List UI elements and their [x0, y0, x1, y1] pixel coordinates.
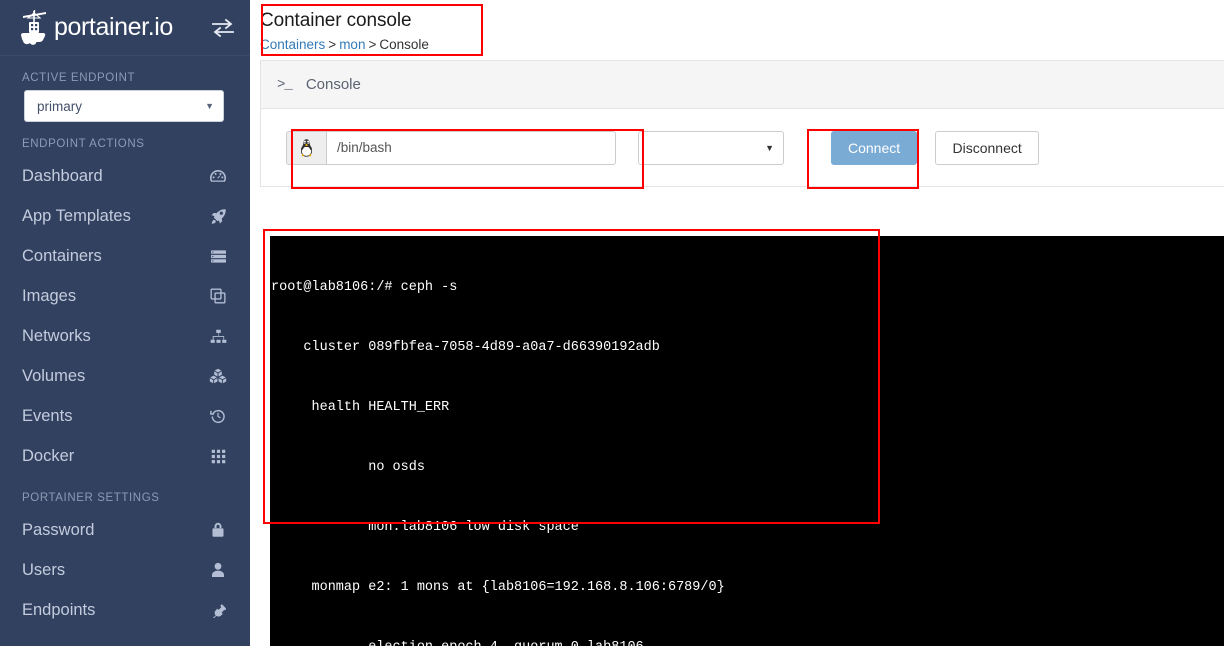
sidebar: portainer.io ACTIVE ENDPOINT primary ▼ E…	[0, 0, 250, 646]
caret-down-icon: ▼	[205, 101, 214, 111]
portainer-app: portainer.io ACTIVE ENDPOINT primary ▼ E…	[0, 0, 1224, 646]
sidebar-item-docker[interactable]: Docker	[0, 436, 250, 476]
sidebar-item-networks[interactable]: Networks	[0, 316, 250, 356]
sidebar-item-label: Dashboard	[22, 166, 103, 185]
breadcrumb: Containers > mon > Console	[260, 35, 1224, 55]
console-panel-heading: >_ Console	[261, 61, 1224, 109]
dashboard-icon	[208, 167, 228, 185]
brand-name: portainer.io	[54, 13, 173, 41]
sidebar-item-endpoints[interactable]: Endpoints	[0, 590, 250, 630]
endpoint-select-wrap: primary ▼	[0, 90, 250, 122]
sidebar-item-label: Networks	[22, 326, 91, 345]
page-header: Container console Containers > mon > Console	[250, 0, 1224, 60]
history-clock-icon	[208, 407, 228, 425]
terminal-line: cluster 089fbfea-7058-4d89-a0a7-d6639019…	[271, 340, 660, 355]
breadcrumb-link-containers[interactable]: Containers	[260, 37, 325, 52]
terminal-line: election epoch 4, quorum 0 lab8106	[271, 638, 1224, 646]
sidebar-item-app-templates[interactable]: App Templates	[0, 196, 250, 236]
sidebar-item-label: App Templates	[22, 206, 131, 225]
breadcrumb-link-mon[interactable]: mon	[339, 37, 365, 52]
console-panel-title: Console	[305, 76, 361, 93]
sidebar-item-label: Containers	[22, 246, 102, 265]
caret-down-icon: ▼	[765, 142, 774, 153]
server-stack-icon	[208, 247, 228, 265]
sitemap-icon	[208, 327, 228, 345]
sidebar-item-containers[interactable]: Containers	[0, 236, 250, 276]
portainer-settings-heading: PORTAINER SETTINGS	[22, 492, 160, 504]
plug-icon	[208, 601, 228, 619]
console-panel-body: ▼ Connect Disconnect	[261, 109, 1224, 186]
endpoint-actions-heading: ENDPOINT ACTIONS	[22, 138, 145, 150]
sidebar-item-users[interactable]: Users	[0, 550, 250, 590]
exchange-arrows-icon[interactable]	[210, 17, 236, 39]
active-endpoint-heading: ACTIVE ENDPOINT	[22, 72, 136, 84]
endpoint-select-value: primary	[37, 98, 83, 114]
terminal-line: no osds	[271, 460, 425, 475]
sidebar-item-label: Events	[22, 406, 73, 425]
breadcrumb-separator: >	[328, 37, 337, 52]
rocket-icon	[208, 207, 228, 225]
sidebar-item-label: Users	[22, 560, 66, 579]
endpoint-select[interactable]: primary ▼	[24, 90, 224, 122]
sidebar-item-label: Images	[22, 286, 77, 305]
terminal-line: monmap e2: 1 mons at {lab8106=192.168.8.…	[271, 580, 725, 595]
breadcrumb-separator: >	[368, 37, 377, 52]
portainer-whale-crane-logo	[18, 9, 52, 47]
sidebar-item-label: Password	[22, 520, 95, 539]
clone-copy-icon	[208, 287, 228, 305]
disconnect-button[interactable]: Disconnect	[935, 130, 1040, 165]
sidebar-item-volumes[interactable]: Volumes	[0, 356, 250, 396]
linux-tux-icon	[286, 130, 326, 165]
terminal-line: root@lab8106:/# ceph -s	[271, 280, 458, 295]
sidebar-item-password[interactable]: Password	[0, 510, 250, 550]
breadcrumb-current: Console	[379, 37, 429, 52]
terminal-prompt-icon: >_	[277, 76, 293, 93]
terminal-line: health HEALTH_ERR	[271, 400, 450, 415]
terminal-output[interactable]: root@lab8106:/# ceph -s cluster 089fbfea…	[270, 236, 1224, 646]
sidebar-item-images[interactable]: Images	[0, 276, 250, 316]
sidebar-item-label: Volumes	[22, 366, 86, 385]
sidebar-logo-row: portainer.io	[0, 0, 250, 56]
th-grid-icon	[208, 447, 228, 465]
user-icon	[208, 561, 228, 579]
command-input[interactable]	[326, 130, 616, 165]
terminal-line: mon.lab8106 low disk space	[271, 520, 579, 535]
sidebar-item-label: Endpoints	[22, 600, 96, 619]
console-panel: >_ Console /bin/bash ▼ Connect Disconnec…	[260, 60, 1224, 187]
sidebar-item-label: Docker	[22, 446, 75, 465]
connect-button[interactable]: Connect	[831, 130, 918, 165]
lock-icon	[208, 521, 228, 539]
sidebar-item-dashboard[interactable]: Dashboard	[0, 156, 250, 196]
main-content: Container console Containers > mon > Console…	[250, 0, 1224, 646]
cubes-icon	[208, 367, 228, 385]
user-select[interactable]: ▼	[638, 130, 784, 165]
page-title: Container console	[260, 10, 412, 31]
command-input-group	[286, 130, 616, 165]
sidebar-item-events[interactable]: Events	[0, 396, 250, 436]
